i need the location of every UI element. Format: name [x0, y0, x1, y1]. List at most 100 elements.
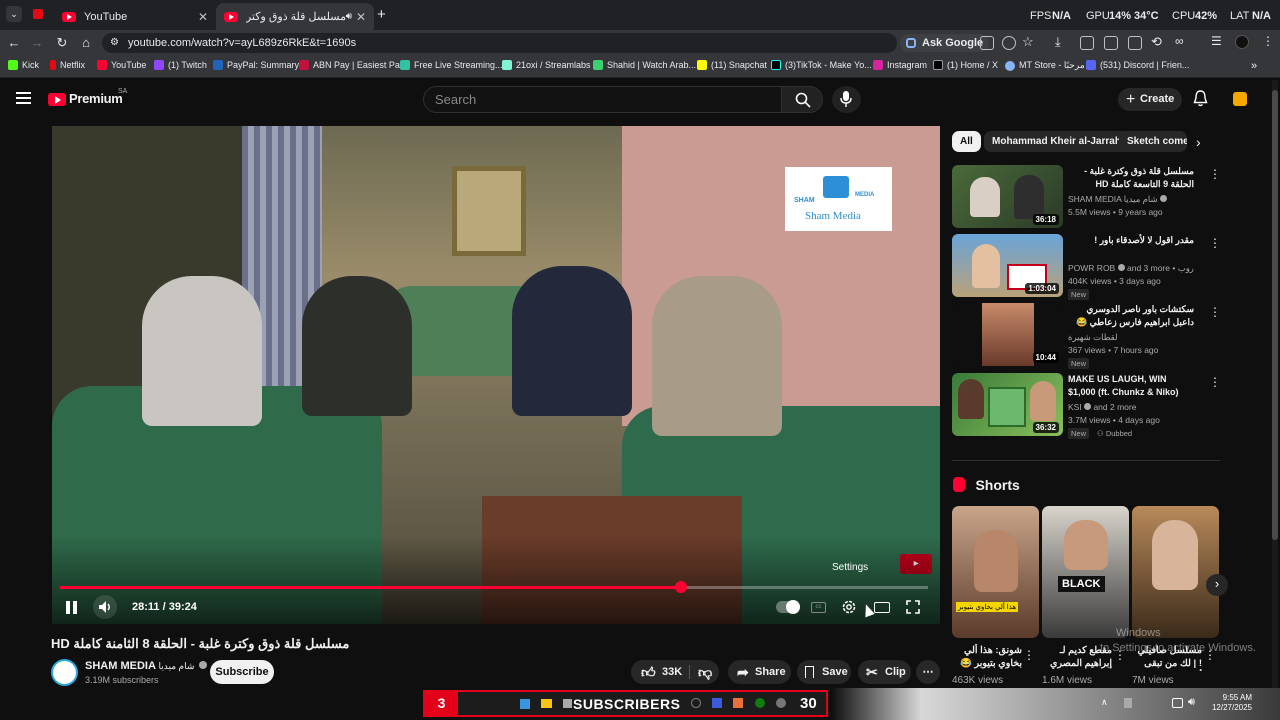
video-thumbnail[interactable]: 10:44	[952, 303, 1063, 366]
tab-youtube[interactable]: YouTube ✕	[54, 3, 216, 30]
autoplay-toggle[interactable]	[776, 600, 800, 614]
cast-icon[interactable]	[980, 36, 994, 50]
more-vertical-icon[interactable]: ⋮	[1209, 305, 1221, 319]
channel-avatar[interactable]	[51, 659, 78, 686]
bookmark-star-icon[interactable]: ☆	[1022, 34, 1034, 50]
app-icon[interactable]	[712, 698, 722, 708]
bookmark-streaming[interactable]: Free Live Streaming...	[400, 60, 503, 70]
bookmark-abn[interactable]: ABN Pay | Easiest Pa...	[299, 60, 407, 70]
bookmark-discord[interactable]: (531) Discord | Frien...	[1086, 60, 1189, 70]
pinned-tab[interactable]	[30, 7, 46, 21]
extension-icon[interactable]	[1080, 36, 1094, 50]
speaker-icon[interactable]: 🔊︎	[346, 11, 352, 22]
search-button[interactable]	[781, 86, 823, 113]
related-video[interactable]: 36:32 MAKE US LAUGH, WIN $1,000 (ft. Chu…	[952, 373, 1222, 439]
address-bar[interactable]: ⚙︎ youtube.com/watch?v=ayL689z6RkE&t=169…	[102, 33, 897, 53]
subscribe-button[interactable]: Subscribe	[210, 660, 274, 684]
video-thumbnail[interactable]: 1:03:04	[952, 234, 1063, 297]
home-icon[interactable]: ⌂	[77, 34, 95, 52]
reload-icon[interactable]: ↻	[53, 34, 71, 52]
chip-mohammad[interactable]: Mohammad Kheir al-Jarrah	[984, 131, 1129, 152]
download-icon[interactable]: ⤓	[1055, 34, 1061, 50]
profile-avatar[interactable]	[1235, 35, 1249, 49]
back-icon[interactable]: ←	[5, 34, 23, 52]
related-video[interactable]: 10:44 سكتشات باور ناصر الدوسري داعبل ابر…	[952, 303, 1222, 369]
clip-button[interactable]: ✂︎ Clip	[858, 660, 911, 684]
sidebar-icon[interactable]: ☰	[1211, 34, 1222, 48]
link-icon[interactable]: ∞	[1175, 34, 1184, 48]
captions-button[interactable]: cc	[811, 602, 826, 613]
chips-next-icon[interactable]: ›	[1196, 134, 1201, 150]
account-avatar[interactable]	[1233, 92, 1247, 106]
progress-bar[interactable]	[60, 581, 928, 593]
volume-button[interactable]	[93, 595, 117, 619]
app-icon[interactable]	[733, 698, 743, 708]
close-icon[interactable]: ✕	[356, 10, 366, 24]
chip-all[interactable]: All	[952, 131, 981, 152]
more-vertical-icon[interactable]: ⋮	[1023, 648, 1035, 662]
app-icon[interactable]	[563, 699, 572, 708]
save-button[interactable]: Save	[797, 660, 851, 684]
site-info-icon[interactable]: ⚙︎	[110, 33, 119, 53]
page-scrollbar[interactable]	[1272, 80, 1278, 690]
forward-icon[interactable]: →	[28, 34, 46, 52]
voice-search-button[interactable]	[832, 86, 861, 113]
pause-button[interactable]	[66, 601, 78, 614]
start-icon[interactable]	[520, 699, 530, 709]
bookmark-paypal[interactable]: PayPal: Summary	[213, 60, 299, 70]
more-vertical-icon[interactable]: ⋮	[1209, 167, 1221, 181]
volume-icon[interactable]: 🔊︎	[1188, 696, 1195, 709]
bookmark-twitch[interactable]: (1) Twitch	[154, 60, 207, 70]
wallet-icon[interactable]	[1128, 36, 1142, 50]
chip-sketch[interactable]: Sketch come	[1119, 131, 1187, 152]
translate-icon[interactable]	[1104, 36, 1118, 50]
bookmark-mtstore[interactable]: MT Store - مرحبًا	[1005, 60, 1085, 71]
short-thumbnail[interactable]: BLACK	[1042, 506, 1129, 638]
settings-button[interactable]	[840, 598, 858, 621]
create-button[interactable]: + Create	[1118, 88, 1182, 111]
shorts-next-button[interactable]: ›	[1206, 574, 1228, 596]
tray-icon[interactable]	[1124, 698, 1132, 708]
bookmark-snapchat[interactable]: (11) Snapchat	[697, 60, 767, 70]
app-icon[interactable]	[691, 698, 701, 708]
tray-chevron-icon[interactable]: ∧	[1101, 697, 1108, 708]
related-video[interactable]: 1:03:04 مقدر اقول لا لأصدقاء باور ! POWR…	[952, 234, 1222, 300]
eye-off-icon[interactable]	[1002, 36, 1016, 50]
bookmarks-overflow-icon[interactable]: »	[1251, 60, 1257, 72]
network-icon[interactable]	[1172, 698, 1183, 708]
bookmark-netflix[interactable]: Netflix	[50, 60, 85, 70]
new-tab-button[interactable]: +	[377, 6, 386, 23]
more-actions-button[interactable]: ⋯	[916, 660, 940, 684]
video-thumbnail[interactable]: 36:18	[952, 165, 1063, 228]
video-thumbnail[interactable]: 36:32	[952, 373, 1063, 436]
scrubber-handle[interactable]	[674, 581, 687, 593]
xbox-icon[interactable]	[755, 698, 765, 708]
search-input[interactable]: Search	[423, 86, 782, 113]
video-player[interactable]: SHAM MEDIA Sham Media ▶ 28:11 / 39:24 Se…	[52, 126, 940, 624]
bookmark-instagram[interactable]: Instagram	[873, 60, 927, 70]
bookmark-x[interactable]: (1) Home / X	[933, 60, 998, 70]
notifications-bell-icon[interactable]	[1193, 90, 1208, 112]
scrollbar-thumb[interactable]	[1272, 90, 1278, 540]
channel-name[interactable]: SHAM MEDIA شام ميديا	[85, 660, 208, 672]
bookmark-kick[interactable]: Kick	[8, 60, 39, 70]
bookmark-streamlabs[interactable]: 21oxi / Streamlabs	[502, 60, 591, 70]
like-button[interactable]: 👍︎ 33K	[631, 660, 688, 684]
related-video[interactable]: 36:18 مسلسل قلة ذوق وكترة غلبة - الحلقة …	[952, 165, 1222, 229]
short-thumbnail[interactable]	[1132, 506, 1219, 638]
short-thumbnail[interactable]: هذا ألي بخاوي بتيوبر	[952, 506, 1039, 638]
theater-mode-button[interactable]	[874, 602, 890, 613]
share-button[interactable]: ➦ Share	[728, 660, 791, 684]
more-vertical-icon[interactable]: ⋮	[1209, 236, 1221, 250]
dislike-button[interactable]: 👎︎	[693, 660, 717, 684]
hamburger-icon[interactable]	[16, 92, 31, 104]
system-clock[interactable]: 9:55 AM 12/27/2025	[1196, 693, 1252, 713]
bookmark-tiktok[interactable]: (3)TikTok - Make Yo...	[771, 60, 872, 70]
history-icon[interactable]: ⟲	[1151, 34, 1162, 50]
file-explorer-icon[interactable]	[541, 699, 552, 708]
bookmark-youtube[interactable]: YouTube	[97, 60, 146, 70]
close-icon[interactable]: ✕	[198, 10, 208, 24]
more-vertical-icon[interactable]: ⋮	[1209, 375, 1221, 389]
fullscreen-button[interactable]	[905, 599, 921, 620]
tab-video[interactable]: مسلسل قلة ذوق وكترة غلبة 🔊︎ ✕	[216, 3, 374, 30]
